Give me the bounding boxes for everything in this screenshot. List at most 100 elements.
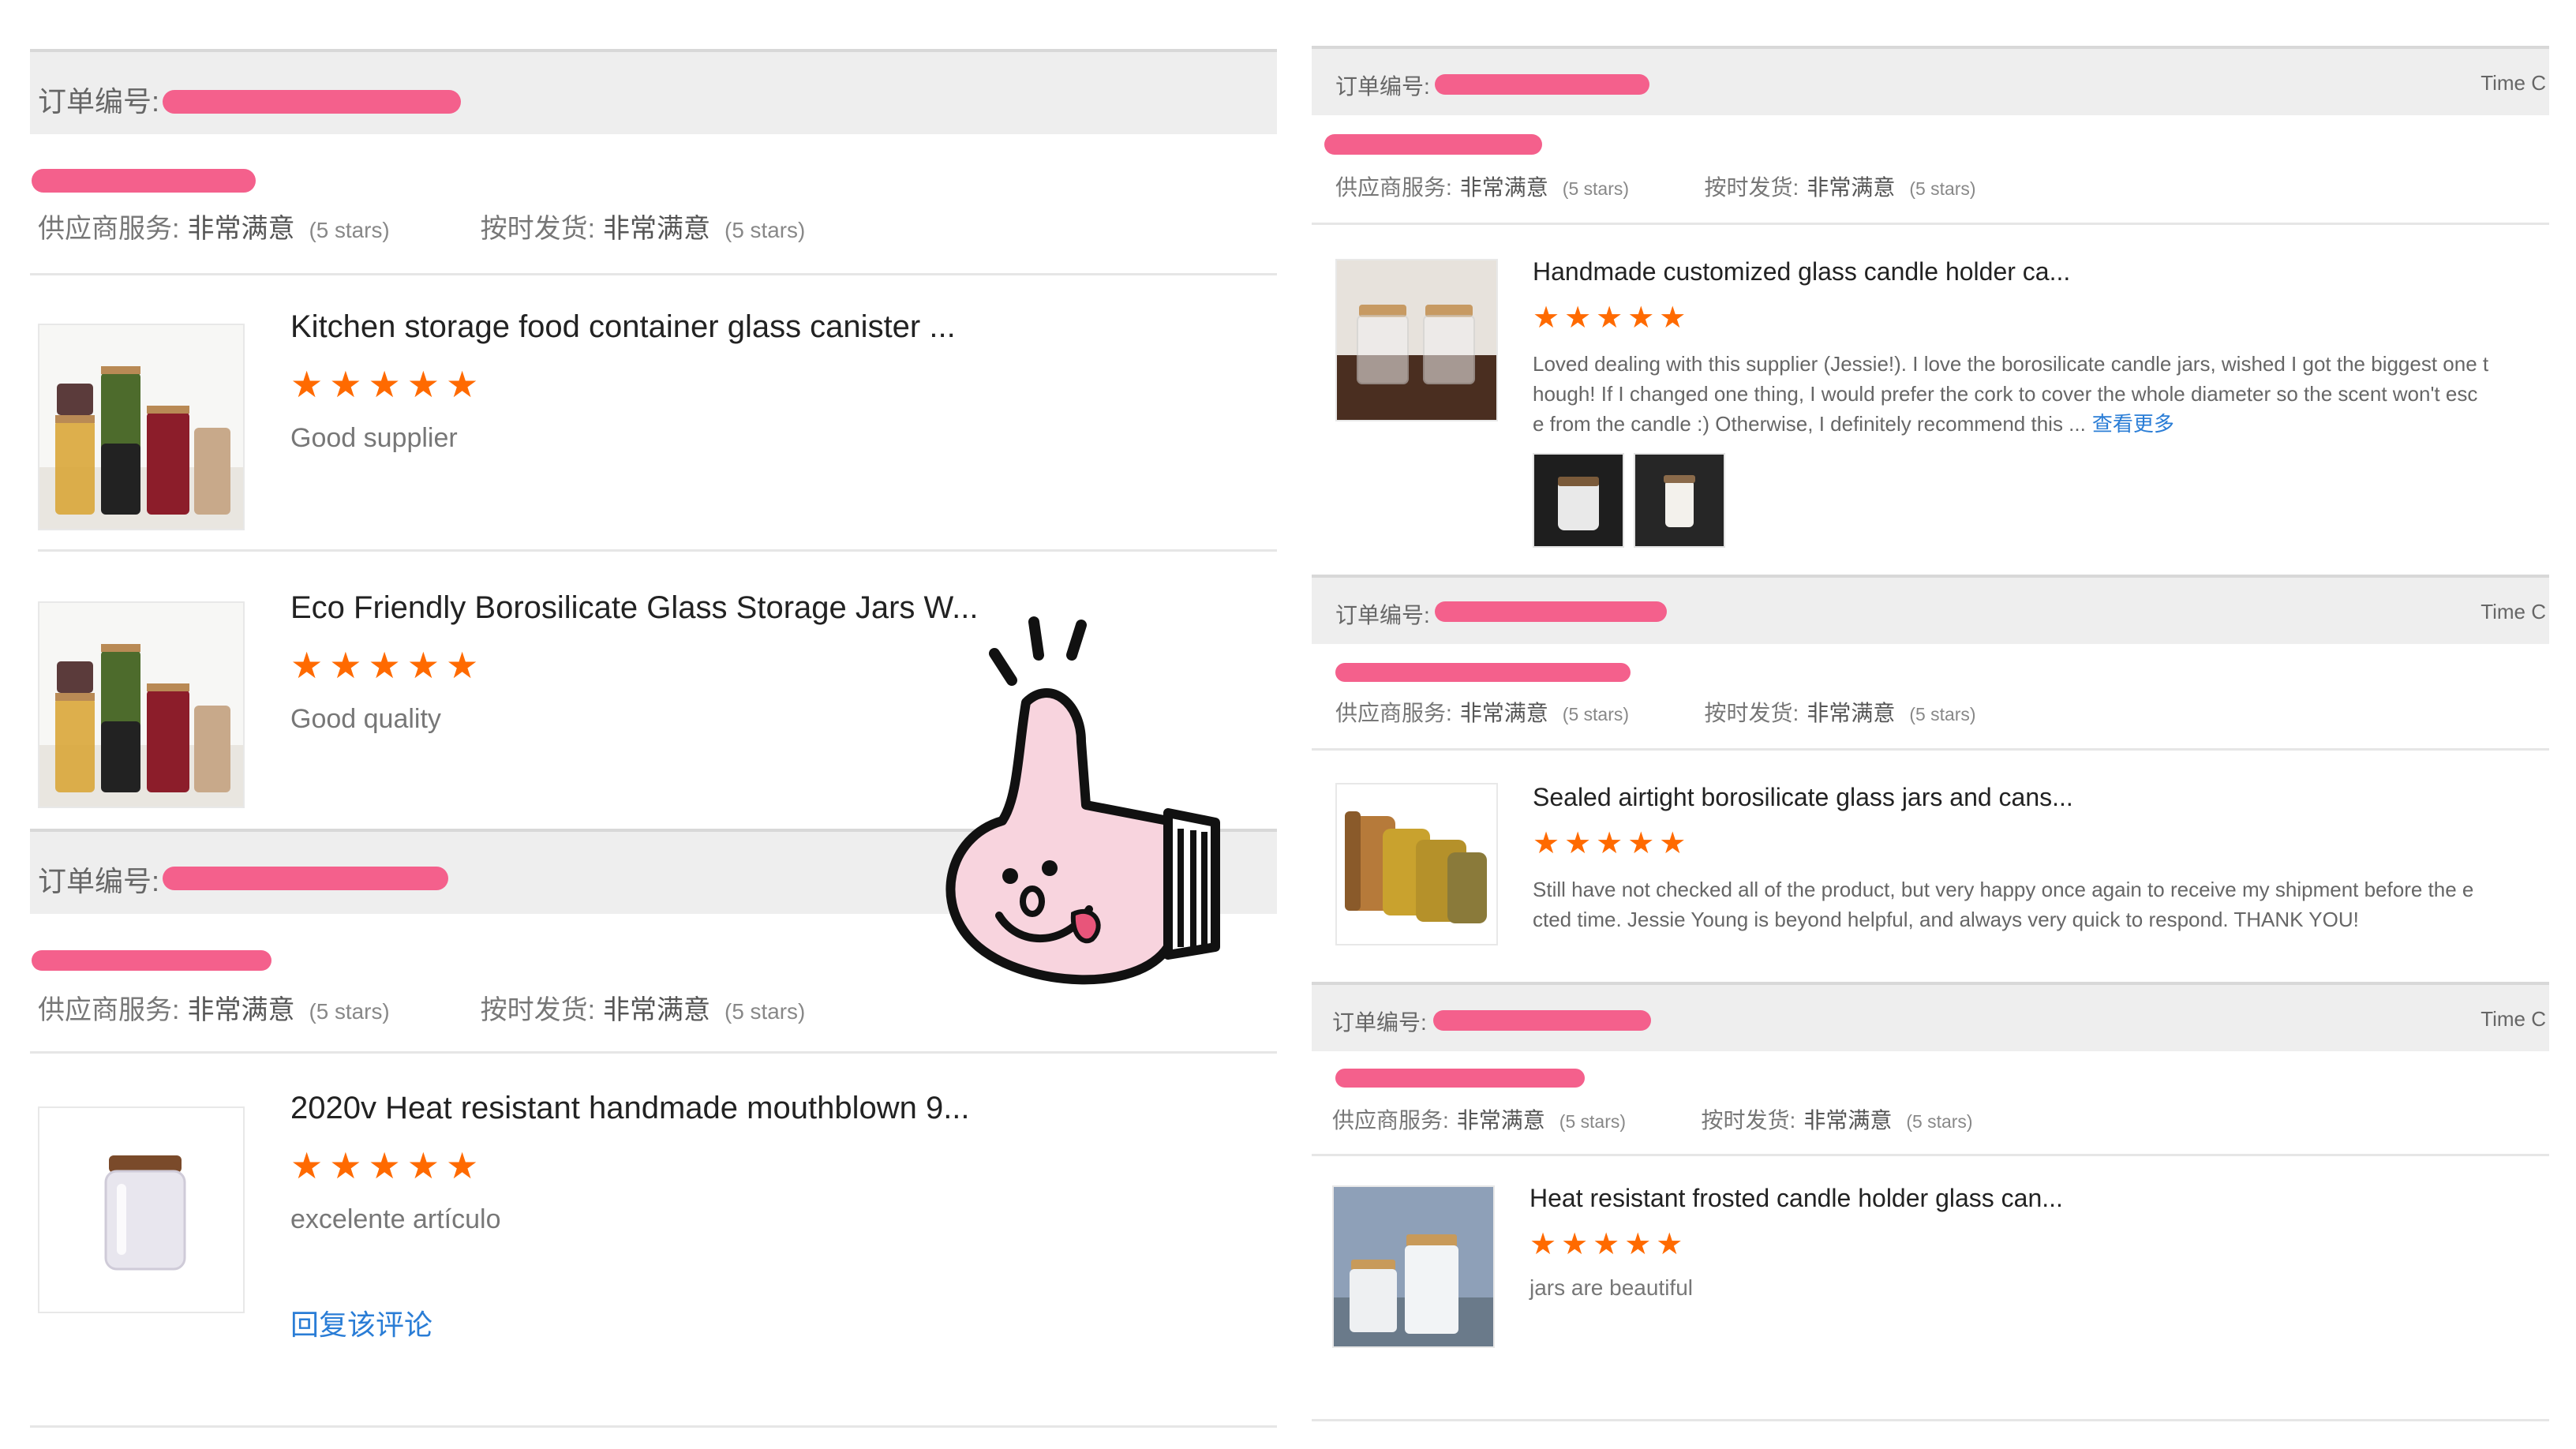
review-text: excelente artículo bbox=[290, 1204, 501, 1234]
order-time-label: Time C bbox=[2481, 71, 2546, 95]
supplier-service-value: 非常满意 bbox=[1459, 701, 1548, 725]
supplier-service-label: 供应商服务: bbox=[38, 995, 180, 1025]
review-text: Still have not checked all of the produc… bbox=[1533, 874, 2549, 934]
glass-jars-icon[interactable] bbox=[38, 324, 245, 530]
seller-rating-line: 供应商服务: 非常满意 (5 stars) 按时发货: 非常满意 (5 stars) bbox=[38, 207, 805, 245]
on-time-label: 按时发货: bbox=[1701, 1108, 1796, 1133]
supplier-service-stars: (5 stars) bbox=[1562, 178, 1629, 199]
order-header: 订单编号: Time C bbox=[1312, 46, 2549, 115]
thumbs-up-sticker-icon bbox=[931, 616, 1231, 1026]
divider bbox=[30, 1425, 1277, 1428]
on-time-label: 按时发货: bbox=[1704, 701, 1799, 725]
product-title[interactable]: Heat resistant frosted candle holder gla… bbox=[1530, 1184, 2063, 1213]
star-rating: ★★★★★ bbox=[1533, 301, 1691, 335]
on-time-value: 非常满意 bbox=[1807, 701, 1896, 725]
star-rating: ★★★★★ bbox=[290, 645, 485, 686]
supplier-service-value: 非常满意 bbox=[187, 214, 295, 244]
star-rating: ★★★★★ bbox=[1533, 827, 1691, 860]
order-number-label: 订单编号: bbox=[38, 865, 160, 897]
product-title[interactable]: Kitchen storage food container glass can… bbox=[290, 309, 956, 345]
on-time-value: 非常满意 bbox=[603, 995, 711, 1025]
star-rating: ★★★★★ bbox=[290, 364, 485, 405]
order-time-label: Time C bbox=[2481, 1007, 2546, 1031]
redacted-order-number bbox=[1435, 601, 1667, 622]
product-title[interactable]: Handmade customized glass candle holder … bbox=[1533, 257, 2070, 286]
frosted-jar-icon[interactable] bbox=[38, 1106, 245, 1313]
product-title[interactable]: Sealed airtight borosilicate glass jars … bbox=[1533, 783, 2073, 812]
see-more-link[interactable]: 查看更多 bbox=[2092, 412, 2174, 436]
review-line: hough! If I changed one thing, I would p… bbox=[1533, 382, 2478, 406]
seller-rating-line: 供应商服务: 非常满意 (5 stars) 按时发货: 非常满意 (5 stars) bbox=[38, 988, 805, 1027]
order-number-label: 订单编号: bbox=[1335, 603, 1430, 627]
supplier-service-stars: (5 stars) bbox=[309, 218, 390, 242]
seller-rating-line: 供应商服务: 非常满意 (5 stars) 按时发货: 非常满意 (5 stars) bbox=[1335, 170, 1976, 202]
seller-rating-line: 供应商服务: 非常满意 (5 stars) 按时发货: 非常满意 (5 stars) bbox=[1332, 1103, 1973, 1135]
seller-rating-line: 供应商服务: 非常满意 (5 stars) 按时发货: 非常满意 (5 stars) bbox=[1335, 696, 1976, 728]
reply-to-review-link[interactable]: 回复该评论 bbox=[290, 1302, 432, 1343]
review-text: Good quality bbox=[290, 704, 441, 734]
supplier-service-label: 供应商服务: bbox=[1332, 1108, 1449, 1133]
redacted-buyer-name bbox=[32, 950, 271, 971]
redacted-buyer-name bbox=[1335, 1069, 1585, 1088]
divider bbox=[1312, 748, 2549, 751]
redacted-order-number bbox=[1435, 74, 1649, 95]
candle-photo-icon[interactable] bbox=[1634, 453, 1725, 548]
order-header: 订单编号: bbox=[30, 49, 1277, 134]
on-time-stars: (5 stars) bbox=[1906, 1111, 1973, 1132]
on-time-value: 非常满意 bbox=[603, 214, 711, 244]
divider bbox=[38, 549, 1277, 552]
right-review-list: 订单编号: Time C 供应商服务: 非常满意 (5 stars) 按时发货: 非常… bbox=[1312, 46, 2549, 1438]
review-text: jars are beautiful bbox=[1530, 1275, 1694, 1300]
order-header: 订单编号: Time C bbox=[1312, 982, 2549, 1051]
supplier-service-stars: (5 stars) bbox=[1562, 704, 1629, 724]
on-time-value: 非常满意 bbox=[1807, 175, 1896, 200]
on-time-stars: (5 stars) bbox=[724, 999, 806, 1024]
review-line: cted time. Jessie Young is beyond helpfu… bbox=[1533, 908, 2359, 931]
divider bbox=[30, 273, 1277, 275]
supplier-service-label: 供应商服务: bbox=[38, 214, 180, 244]
redacted-buyer-name bbox=[1335, 663, 1631, 682]
divider bbox=[1312, 1154, 2549, 1156]
review-line: Loved dealing with this supplier (Jessie… bbox=[1533, 352, 2489, 376]
supplier-service-value: 非常满意 bbox=[1456, 1108, 1545, 1133]
redacted-buyer-name bbox=[32, 169, 256, 193]
on-time-stars: (5 stars) bbox=[1909, 704, 1976, 724]
star-rating: ★★★★★ bbox=[290, 1145, 485, 1186]
supplier-service-value: 非常满意 bbox=[187, 995, 295, 1025]
spice-jars-icon[interactable] bbox=[1335, 783, 1498, 945]
frosted-candle-jars-icon[interactable] bbox=[1332, 1185, 1495, 1348]
divider bbox=[30, 1051, 1277, 1054]
supplier-service-label: 供应商服务: bbox=[1335, 175, 1452, 200]
review-line: Still have not checked all of the produc… bbox=[1533, 878, 2474, 901]
redacted-order-number bbox=[163, 90, 461, 114]
on-time-value: 非常满意 bbox=[1803, 1108, 1893, 1133]
on-time-label: 按时发货: bbox=[480, 995, 596, 1025]
supplier-service-label: 供应商服务: bbox=[1335, 701, 1452, 725]
candle-photo-icon[interactable] bbox=[1533, 453, 1624, 548]
redacted-order-number bbox=[163, 867, 448, 890]
divider bbox=[1312, 1419, 2549, 1421]
on-time-stars: (5 stars) bbox=[1909, 178, 1976, 199]
divider bbox=[1312, 223, 2549, 225]
on-time-label: 按时发货: bbox=[1704, 175, 1799, 200]
star-rating: ★★★★★ bbox=[1530, 1228, 1688, 1261]
order-number-label: 订单编号: bbox=[1332, 1010, 1427, 1035]
on-time-stars: (5 stars) bbox=[724, 218, 806, 242]
redacted-buyer-name bbox=[1324, 134, 1542, 155]
review-text: Good supplier bbox=[290, 423, 458, 453]
order-time-label: Time C bbox=[2481, 600, 2546, 623]
review-line: e from the candle :) Otherwise, I defini… bbox=[1533, 412, 2086, 436]
order-number-label: 订单编号: bbox=[1335, 74, 1430, 99]
candle-jars-icon[interactable] bbox=[1335, 259, 1498, 421]
order-header: 订单编号: Time C bbox=[1312, 575, 2549, 644]
supplier-service-value: 非常满意 bbox=[1459, 175, 1548, 200]
review-text: Loved dealing with this supplier (Jessie… bbox=[1533, 349, 2549, 439]
order-number-label: 订单编号: bbox=[38, 85, 160, 118]
supplier-service-stars: (5 stars) bbox=[309, 999, 390, 1024]
supplier-service-stars: (5 stars) bbox=[1559, 1111, 1626, 1132]
glass-jars-icon[interactable] bbox=[38, 601, 245, 808]
product-title[interactable]: Eco Friendly Borosilicate Glass Storage … bbox=[290, 590, 978, 626]
redacted-order-number bbox=[1433, 1010, 1651, 1031]
product-title[interactable]: 2020v Heat resistant handmade mouthblown… bbox=[290, 1091, 970, 1126]
on-time-label: 按时发货: bbox=[480, 214, 596, 244]
